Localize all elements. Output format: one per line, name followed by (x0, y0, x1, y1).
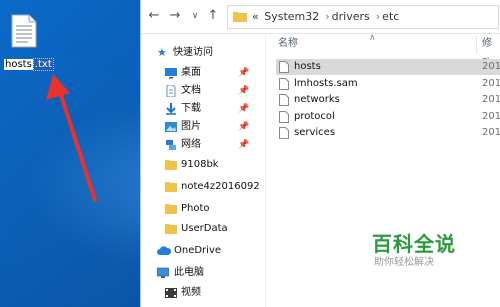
nav-label: 网络 (181, 139, 201, 150)
document-icon (166, 85, 176, 97)
breadcrumb-overflow[interactable]: « (252, 10, 259, 23)
star-icon: ★ (157, 46, 167, 59)
file-row-protocol[interactable]: protocol 201 (276, 109, 500, 125)
pictures-icon (165, 122, 177, 132)
pin-icon[interactable]: 📌 (238, 118, 249, 136)
file-icon (279, 61, 289, 73)
file-icon (279, 127, 289, 139)
nav-item-userdata[interactable]: UserData (141, 220, 265, 238)
nav-item-note4z[interactable]: note4z2016092 (141, 178, 265, 196)
file-extension-selected[interactable]: .txt (32, 58, 54, 71)
folder-icon (165, 160, 177, 170)
nav-label: 9108bk (181, 159, 219, 170)
nav-label: UserData (181, 223, 228, 234)
file-icon (279, 78, 289, 90)
column-header: ∧ 名称 修改 (266, 33, 500, 69)
pin-icon[interactable]: 📌 (238, 136, 249, 154)
nav-label: OneDrive (174, 245, 222, 256)
pin-icon[interactable]: 📌 (238, 100, 249, 118)
network-icon (166, 140, 176, 150)
nav-onedrive[interactable]: OneDrive (141, 242, 265, 260)
file-date: 201 (482, 111, 500, 122)
file-name: networks (294, 94, 340, 105)
file-name-text: hosts (4, 59, 33, 70)
sort-ascending-icon: ∧ (369, 33, 376, 43)
pin-icon[interactable]: 📌 (238, 64, 249, 82)
file-name: hosts (294, 61, 321, 72)
nav-label: 桌面 (181, 67, 201, 78)
nav-quick-access[interactable]: ★ 快速访问 (141, 44, 265, 62)
file-icon (279, 111, 289, 123)
file-name: lmhosts.sam (294, 78, 358, 89)
breadcrumb-etc[interactable]: etc (382, 10, 399, 23)
file-row-hosts[interactable]: hosts 201 (276, 59, 500, 75)
file-date: 201 (482, 94, 500, 105)
nav-label: Photo (181, 203, 210, 214)
nav-item-9108bk[interactable]: 9108bk (141, 156, 265, 174)
video-icon (165, 288, 177, 298)
nav-item-video[interactable]: 视频 (141, 284, 265, 302)
address-bar[interactable]: « System32 › drivers › etc (227, 5, 499, 29)
nav-item-photo[interactable]: Photo (141, 200, 265, 218)
nav-item-downloads[interactable]: 下载 📌 (141, 100, 265, 118)
column-divider[interactable] (476, 36, 477, 54)
nav-label: 下载 (181, 103, 201, 114)
watermark-title: 百科全说 (372, 232, 456, 256)
breadcrumb: « System32 › drivers › etc (252, 6, 401, 28)
file-name: services (294, 127, 336, 138)
breadcrumb-drivers[interactable]: drivers (332, 10, 370, 23)
file-row-lmhosts[interactable]: lmhosts.sam 201 (276, 76, 500, 92)
back-arrow-icon[interactable]: ← (146, 8, 162, 24)
file-name: protocol (294, 111, 335, 122)
up-arrow-icon[interactable]: ↑ (205, 8, 221, 24)
text-file-icon[interactable] (11, 14, 37, 48)
desktop-file-rename-field[interactable]: hosts .txt (4, 58, 54, 71)
computer-icon (157, 267, 169, 278)
pin-icon[interactable]: 📌 (238, 82, 249, 100)
navigation-bar: ← → ∨ ↑ « System32 › drivers › etc (141, 0, 500, 34)
nav-label: 文档 (181, 85, 201, 96)
nav-label: 图片 (181, 121, 201, 132)
watermark-subtitle: 助你轻松解决 (374, 257, 434, 268)
nav-label: 快速访问 (173, 47, 213, 58)
breadcrumb-chevron-icon[interactable]: › (376, 10, 380, 23)
cloud-icon (157, 246, 171, 255)
nav-item-documents[interactable]: 文档 📌 (141, 82, 265, 100)
breadcrumb-chevron-icon[interactable]: › (325, 10, 329, 23)
desktop-icon (165, 68, 177, 79)
folder-icon (165, 224, 177, 234)
file-date: 201 (482, 127, 500, 138)
nav-label: note4z2016092 (181, 181, 260, 192)
folder-icon (165, 204, 177, 214)
folder-icon (233, 12, 247, 22)
nav-item-pictures[interactable]: 图片 📌 (141, 118, 265, 136)
file-row-services[interactable]: services 201 (276, 125, 500, 141)
column-name[interactable]: 名称 (278, 34, 298, 54)
breadcrumb-system32[interactable]: System32 (264, 10, 319, 23)
download-icon (166, 103, 176, 115)
nav-label: 视频 (181, 287, 201, 298)
nav-item-network[interactable]: 网络 📌 (141, 136, 265, 154)
file-icon (279, 94, 289, 106)
file-date: 201 (482, 61, 500, 72)
nav-item-desktop[interactable]: 桌面 📌 (141, 64, 265, 82)
folder-icon (165, 182, 177, 192)
navigation-pane: ★ 快速访问 桌面 📌 文档 📌 下载 📌 图片 📌 网络 📌 9108bk n… (141, 34, 266, 307)
nav-label: 此电脑 (174, 267, 204, 278)
forward-arrow-icon[interactable]: → (167, 8, 183, 24)
recent-dropdown-icon[interactable]: ∨ (187, 8, 203, 24)
file-row-networks[interactable]: networks 201 (276, 92, 500, 108)
watermark-logo: 百科全说 助你轻松解决 (372, 232, 472, 270)
nav-this-pc[interactable]: 此电脑 (141, 264, 265, 282)
file-date: 201 (482, 78, 500, 89)
